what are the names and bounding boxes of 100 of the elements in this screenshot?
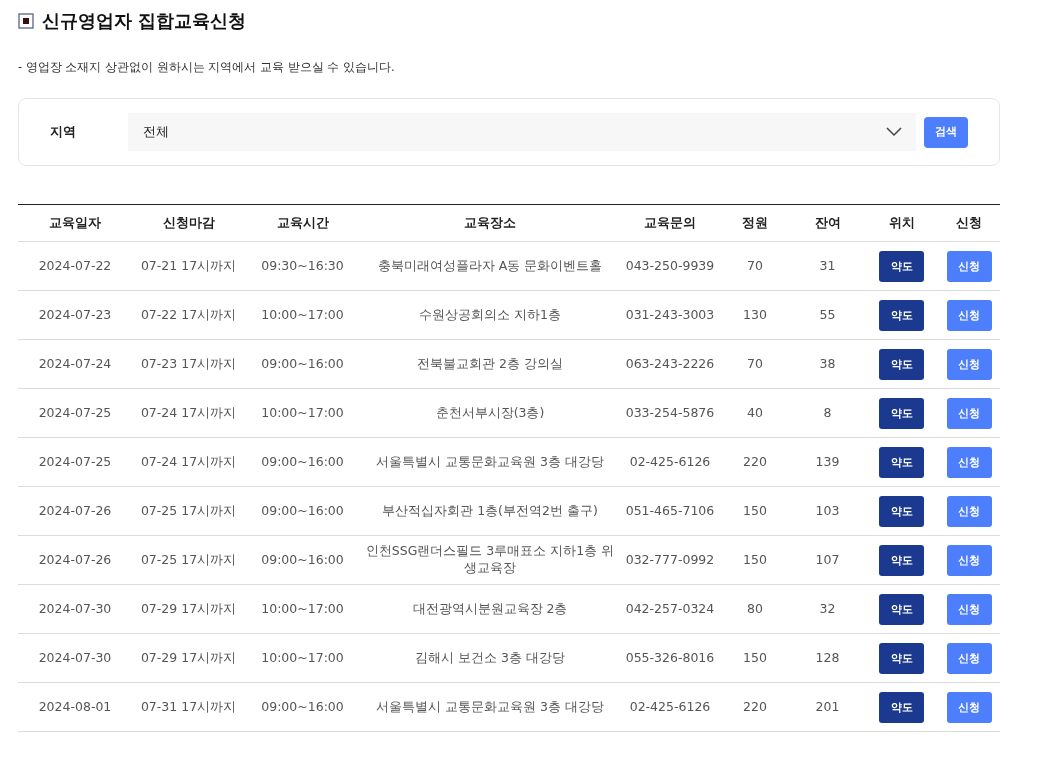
- table-cell: 043-250-9939: [620, 241, 720, 291]
- apply-button[interactable]: 신청: [946, 299, 992, 331]
- apply-button[interactable]: 신청: [946, 250, 992, 282]
- map-button[interactable]: 약도: [879, 446, 924, 478]
- map-button[interactable]: 약도: [879, 397, 924, 429]
- table-cell: 09:00~16:00: [245, 682, 360, 732]
- table-cell: 10:00~17:00: [245, 290, 360, 340]
- table-cell: 70: [720, 241, 790, 291]
- table-cell: 051-465-7106: [620, 486, 720, 536]
- table-cell: 220: [720, 437, 790, 487]
- apply-button[interactable]: 신청: [946, 495, 992, 527]
- apply-button[interactable]: 신청: [946, 642, 992, 674]
- chevron-down-icon: [886, 127, 902, 137]
- column-header: 교육문의: [620, 204, 720, 242]
- square-bullet-icon: [18, 13, 34, 29]
- table-cell: 09:00~16:00: [245, 437, 360, 487]
- map-button[interactable]: 약도: [879, 593, 924, 625]
- table-cell: 130: [720, 290, 790, 340]
- table-cell: 02-425-6126: [620, 682, 720, 732]
- table-cell: 033-254-5876: [620, 388, 720, 438]
- apply-button[interactable]: 신청: [946, 397, 992, 429]
- table-cell: 10:00~17:00: [245, 584, 360, 634]
- table-cell: 07-31 17시까지: [132, 682, 245, 732]
- table-cell: 수원상공회의소 지하1층: [360, 290, 620, 340]
- table-cell: 부산적십자회관 1층(부전역2번 출구): [360, 486, 620, 536]
- table-cell: 150: [720, 633, 790, 683]
- table-cell: 128: [790, 633, 865, 683]
- table-cell: 2024-07-30: [18, 633, 132, 683]
- table-cell: 2024-07-26: [18, 535, 132, 585]
- region-select[interactable]: 전체: [128, 113, 916, 151]
- map-button[interactable]: 약도: [879, 495, 924, 527]
- column-header: 잔여: [790, 204, 865, 242]
- map-button[interactable]: 약도: [879, 642, 924, 674]
- table-cell: 07-23 17시까지: [132, 339, 245, 389]
- table-cell: 09:30~16:30: [245, 241, 360, 291]
- table-cell: 07-25 17시까지: [132, 535, 245, 585]
- column-header: 교육장소: [360, 204, 620, 242]
- table-cell: 07-25 17시까지: [132, 486, 245, 536]
- apply-button[interactable]: 신청: [946, 446, 992, 478]
- table-cell: 10:00~17:00: [245, 388, 360, 438]
- table-cell: 107: [790, 535, 865, 585]
- table-cell: 09:00~16:00: [245, 535, 360, 585]
- table-cell: 07-24 17시까지: [132, 437, 245, 487]
- table-cell: 2024-07-26: [18, 486, 132, 536]
- table-cell: 춘천서부시장(3층): [360, 388, 620, 438]
- map-button[interactable]: 약도: [879, 544, 924, 576]
- apply-button[interactable]: 신청: [946, 544, 992, 576]
- column-header: 교육시간: [245, 204, 360, 242]
- apply-button[interactable]: 신청: [946, 593, 992, 625]
- table-cell: 충북미래여성플라자 A동 문화이벤트홀: [360, 241, 620, 291]
- table-cell: 02-425-6126: [620, 437, 720, 487]
- table-cell: 인천SSG랜더스필드 3루매표소 지하1층 위생교육장: [360, 535, 620, 585]
- table-cell: 07-29 17시까지: [132, 633, 245, 683]
- apply-button[interactable]: 신청: [946, 348, 992, 380]
- map-button[interactable]: 약도: [879, 250, 924, 282]
- table-cell: 31: [790, 241, 865, 291]
- column-header: 신청마감: [132, 204, 245, 242]
- column-header: 위치: [865, 204, 938, 242]
- apply-button[interactable]: 신청: [946, 691, 992, 723]
- table-cell: 2024-07-24: [18, 339, 132, 389]
- column-header: 정원: [720, 204, 790, 242]
- table-cell: 2024-07-30: [18, 584, 132, 634]
- table-cell: 70: [720, 339, 790, 389]
- table-cell: 032-777-0992: [620, 535, 720, 585]
- table-cell: 서울특별시 교통문화교육원 3층 대강당: [360, 437, 620, 487]
- page-title: 신규영업자 집합교육신청: [42, 9, 247, 33]
- region-label: 지역: [50, 123, 77, 141]
- table-cell: 전북불교회관 2층 강의실: [360, 339, 620, 389]
- table-cell: 103: [790, 486, 865, 536]
- table-cell: 09:00~16:00: [245, 339, 360, 389]
- column-header: 교육일자: [18, 204, 132, 242]
- table-cell: 2024-07-22: [18, 241, 132, 291]
- table-cell: 220: [720, 682, 790, 732]
- table-cell: 2024-07-25: [18, 388, 132, 438]
- table-cell: 055-326-8016: [620, 633, 720, 683]
- map-button[interactable]: 약도: [879, 348, 924, 380]
- table-cell: 201: [790, 682, 865, 732]
- table-cell: 07-29 17시까지: [132, 584, 245, 634]
- table-cell: 40: [720, 388, 790, 438]
- notice-text: - 영업장 소재지 상관없이 원하시는 지역에서 교육 받으실 수 있습니다.: [18, 60, 396, 75]
- table-cell: 09:00~16:00: [245, 486, 360, 536]
- table-cell: 031-243-3003: [620, 290, 720, 340]
- table-cell: 07-22 17시까지: [132, 290, 245, 340]
- table-cell: 07-24 17시까지: [132, 388, 245, 438]
- table-cell: 150: [720, 535, 790, 585]
- table-cell: 55: [790, 290, 865, 340]
- table-cell: 139: [790, 437, 865, 487]
- search-button[interactable]: 검색: [924, 116, 968, 148]
- table-cell: 2024-08-01: [18, 682, 132, 732]
- table-cell: 김해시 보건소 3층 대강당: [360, 633, 620, 683]
- table-cell: 8: [790, 388, 865, 438]
- map-button[interactable]: 약도: [879, 299, 924, 331]
- table-cell: 80: [720, 584, 790, 634]
- table-cell: 150: [720, 486, 790, 536]
- table-cell: 063-243-2226: [620, 339, 720, 389]
- map-button[interactable]: 약도: [879, 691, 924, 723]
- table-cell: 042-257-0324: [620, 584, 720, 634]
- table-cell: 32: [790, 584, 865, 634]
- table-cell: 서울특별시 교통문화교육원 3층 대강당: [360, 682, 620, 732]
- table-cell: 07-21 17시까지: [132, 241, 245, 291]
